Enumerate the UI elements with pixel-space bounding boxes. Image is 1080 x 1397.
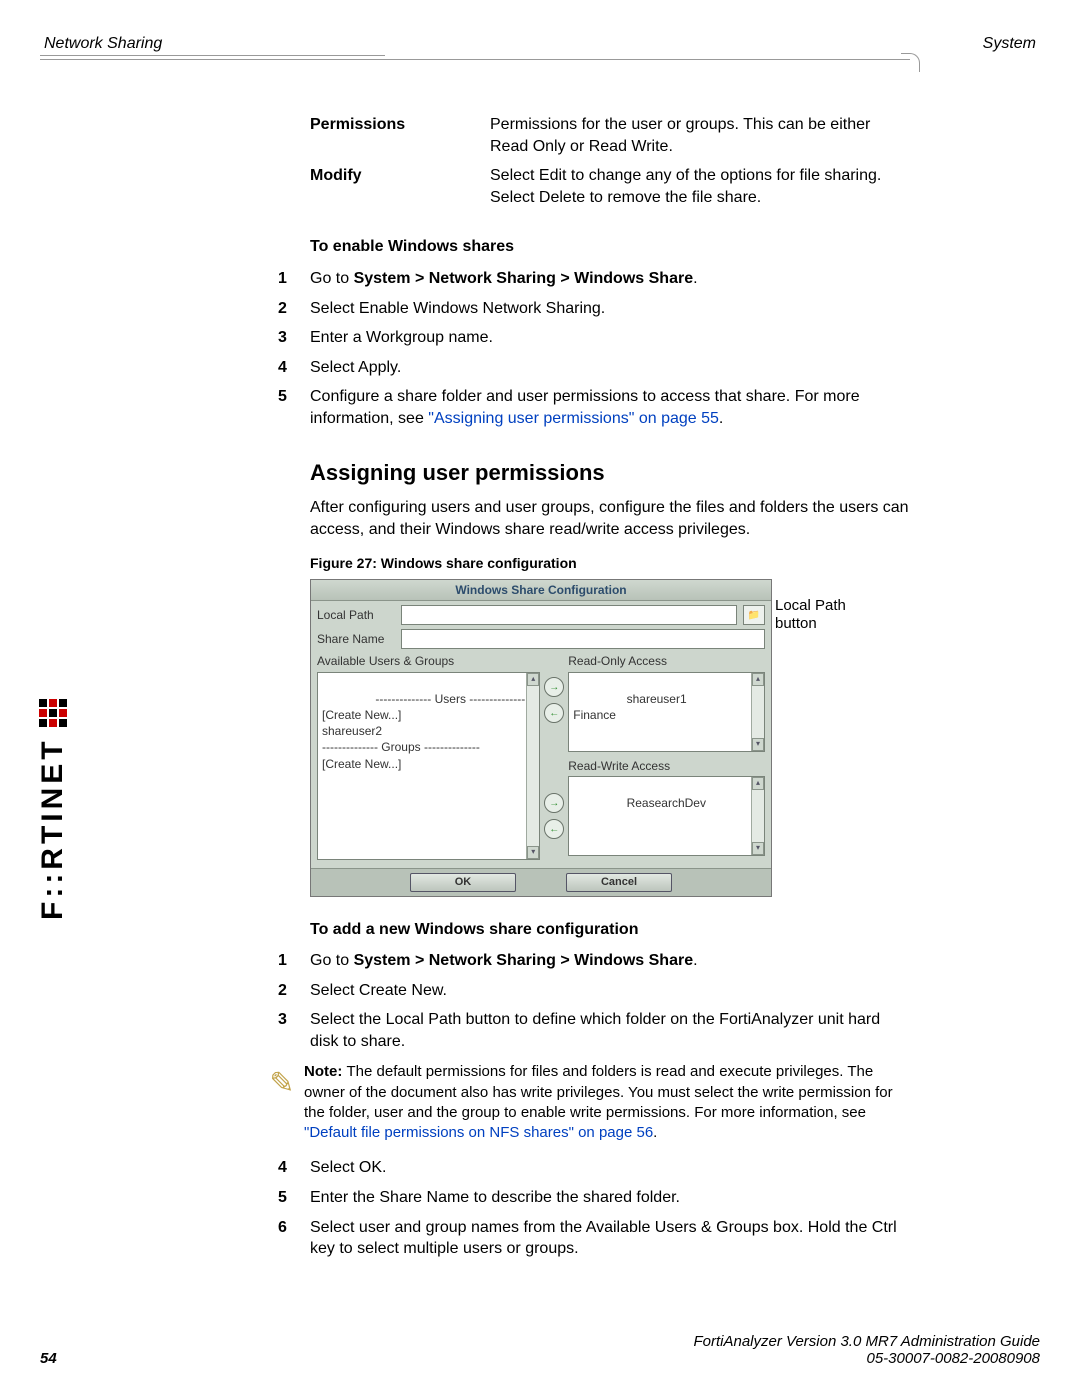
move-left-button[interactable]: ← <box>544 703 564 723</box>
scrollbar[interactable]: ▴ ▾ <box>751 673 764 751</box>
step-text: Select Create New. <box>310 980 910 1002</box>
brand-sidebar: F::RTINET <box>36 699 70 920</box>
move-left-button[interactable]: ← <box>544 819 564 839</box>
step-number: 2 <box>278 980 310 1002</box>
step-text: Enter the Share Name to describe the sha… <box>310 1187 910 1209</box>
step-text: Select the Local Path button to define w… <box>310 1009 910 1052</box>
move-right-button[interactable]: → <box>544 793 564 813</box>
arrow-right-icon: → <box>549 681 559 695</box>
step-text: Go to System > Network Sharing > Windows… <box>310 268 910 290</box>
local-path-label: Local Path <box>317 607 401 623</box>
ok-button[interactable]: OK <box>410 873 516 892</box>
step-text: Go to System > Network Sharing > Windows… <box>310 950 910 972</box>
definition-table: Permissions Permissions for the user or … <box>310 110 910 212</box>
step-number: 3 <box>278 1009 310 1052</box>
local-path-browse-button[interactable]: 📁 <box>743 605 765 625</box>
scroll-up-icon[interactable]: ▴ <box>752 673 764 686</box>
scrollbar[interactable]: ▴ ▾ <box>526 673 539 859</box>
footer-doc-title: FortiAnalyzer Version 3.0 MR7 Administra… <box>40 1333 1040 1350</box>
figure-callout: Local Path button <box>775 597 870 633</box>
definition-term: Modify <box>310 161 490 212</box>
footer-doc-id: 05-30007-0082-20080908 <box>40 1350 1040 1367</box>
step-text: Select Enable Windows Network Sharing. <box>310 298 910 320</box>
available-users-groups-label: Available Users & Groups <box>317 653 540 669</box>
definition-desc: Permissions for the user or groups. This… <box>490 110 910 161</box>
step-number: 5 <box>278 386 310 429</box>
cross-reference-link[interactable]: "Assigning user permissions" on page 55 <box>428 410 719 427</box>
share-name-label: Share Name <box>317 631 401 647</box>
move-right-button[interactable]: → <box>544 677 564 697</box>
scroll-up-icon[interactable]: ▴ <box>752 777 764 790</box>
step-text: Select OK. <box>310 1157 910 1179</box>
step-text: Select user and group names from the Ava… <box>310 1217 910 1260</box>
arrow-left-icon: ← <box>549 823 559 837</box>
step-number: 6 <box>278 1217 310 1260</box>
arrow-right-icon: → <box>549 797 559 811</box>
step-number: 4 <box>278 357 310 379</box>
header-section-right: System <box>983 35 1036 53</box>
available-users-groups-listbox[interactable]: -------------- Users -------------- [Cre… <box>317 672 540 860</box>
scrollbar[interactable]: ▴ ▾ <box>751 777 764 855</box>
folder-search-icon: 📁 <box>748 609 760 623</box>
definition-term: Permissions <box>310 110 490 161</box>
section-heading: Assigning user permissions <box>310 458 910 488</box>
step-text: Configure a share folder and user permis… <box>310 386 910 429</box>
read-write-access-label: Read-Write Access <box>568 758 765 774</box>
brand-logomark-icon <box>39 699 67 727</box>
cancel-button[interactable]: Cancel <box>566 873 672 892</box>
brand-wordmark: F::RTINET <box>36 737 70 920</box>
step-number: 2 <box>278 298 310 320</box>
step-number: 1 <box>278 950 310 972</box>
procedure-heading: To add a new Windows share configuration <box>310 919 910 941</box>
local-path-input[interactable] <box>401 605 737 625</box>
dialog-title: Windows Share Configuration <box>311 580 771 601</box>
share-name-input[interactable] <box>401 629 765 649</box>
page-number: 54 <box>40 1350 57 1367</box>
procedure-heading: To enable Windows shares <box>310 236 910 258</box>
windows-share-config-dialog: Windows Share Configuration Local Path 📁… <box>310 579 772 896</box>
note-icon: ✎ <box>260 1062 304 1143</box>
intro-paragraph: After configuring users and user groups,… <box>310 497 910 540</box>
step-number: 5 <box>278 1187 310 1209</box>
note-block: ✎ Note: The default permissions for file… <box>260 1062 910 1143</box>
step-number: 3 <box>278 327 310 349</box>
scroll-down-icon[interactable]: ▾ <box>752 738 764 751</box>
figure-caption: Figure 27: Windows share configuration <box>310 554 910 573</box>
step-text: Select Apply. <box>310 357 910 379</box>
scroll-down-icon[interactable]: ▾ <box>752 842 764 855</box>
step-number: 1 <box>278 268 310 290</box>
definition-desc: Select Edit to change any of the options… <box>490 161 910 212</box>
read-write-access-listbox[interactable]: ReasearchDev ▴ ▾ <box>568 776 765 856</box>
read-only-access-listbox[interactable]: shareuser1 Finance ▴ ▾ <box>568 672 765 752</box>
step-text: Enter a Workgroup name. <box>310 327 910 349</box>
step-number: 4 <box>278 1157 310 1179</box>
scroll-down-icon[interactable]: ▾ <box>527 846 539 859</box>
header-section-left: Network Sharing <box>44 35 162 53</box>
scroll-up-icon[interactable]: ▴ <box>527 673 539 686</box>
arrow-left-icon: ← <box>549 707 559 721</box>
cross-reference-link[interactable]: "Default file permissions on NFS shares"… <box>304 1124 653 1141</box>
header-divider <box>40 61 1040 65</box>
read-only-access-label: Read-Only Access <box>568 653 765 669</box>
